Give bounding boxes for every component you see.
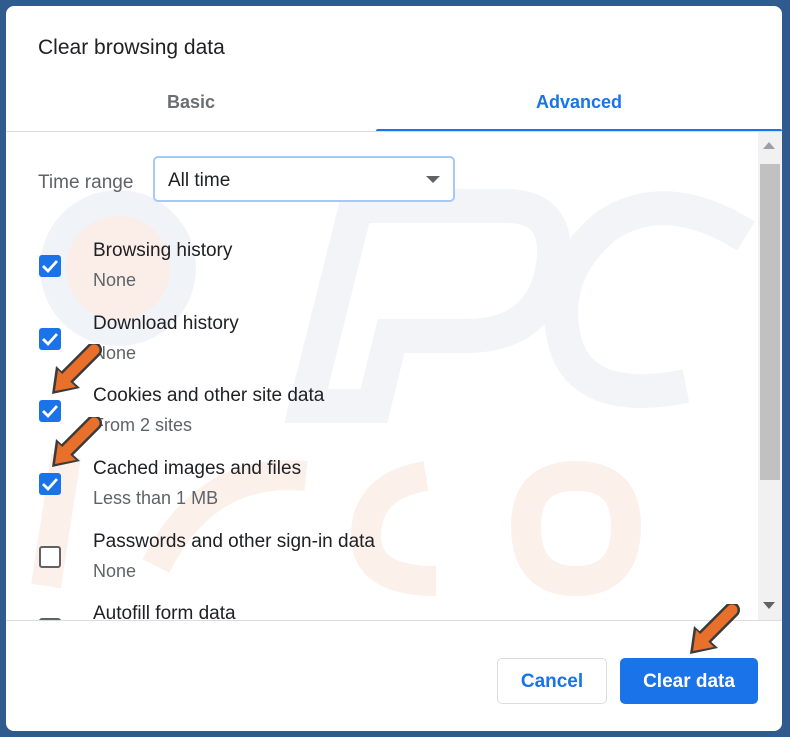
dropdown-arrow-icon [426, 176, 440, 183]
item-label: Cookies and other site data [93, 385, 325, 406]
checkbox-item-autofill[interactable]: Autofill form data [6, 603, 758, 620]
checkmark-icon [42, 260, 59, 274]
checkbox[interactable] [39, 328, 61, 350]
scrollbar[interactable] [758, 132, 782, 620]
item-sublabel: From 2 sites [93, 415, 193, 435]
tab-advanced[interactable]: Advanced [376, 81, 782, 131]
checkmark-icon [42, 405, 59, 419]
item-label: Autofill form data [93, 603, 236, 620]
item-label: Download history [93, 313, 239, 334]
tab-basic[interactable]: Basic [6, 81, 376, 131]
checkbox[interactable] [39, 546, 61, 568]
footer-divider [6, 620, 782, 621]
item-sublabel: None [93, 561, 137, 581]
settings-list: Time range All time Browsing history Non… [6, 132, 758, 620]
clear-browsing-data-dialog: Clear browsing data Basic Advanced Time … [6, 6, 782, 731]
checkmark-icon [42, 333, 59, 347]
checkbox[interactable] [39, 255, 61, 277]
checkbox[interactable] [39, 400, 61, 422]
time-range-select[interactable]: All time [153, 156, 455, 202]
item-sublabel: None [93, 343, 137, 363]
dialog-title: Clear browsing data [38, 36, 225, 59]
item-label: Browsing history [93, 240, 233, 261]
scrollbar-thumb[interactable] [760, 164, 780, 480]
checkbox[interactable] [39, 473, 61, 495]
scroll-down-arrow-icon[interactable] [763, 602, 775, 609]
item-label: Passwords and other sign-in data [93, 531, 375, 552]
item-sublabel: Less than 1 MB [93, 488, 219, 508]
checkbox-item-cached-images[interactable]: Cached images and files Less than 1 MB [6, 458, 758, 522]
time-range-label: Time range [38, 172, 134, 193]
cancel-button[interactable]: Cancel [497, 658, 607, 704]
time-range-value: All time [168, 170, 231, 191]
item-sublabel: None [93, 270, 137, 290]
checkmark-icon [42, 478, 59, 492]
checkbox-item-cookies[interactable]: Cookies and other site data From 2 sites [6, 385, 758, 449]
clear-data-button[interactable]: Clear data [620, 658, 758, 704]
checkbox-item-browsing-history[interactable]: Browsing history None [6, 240, 758, 304]
checkbox-item-download-history[interactable]: Download history None [6, 313, 758, 377]
tab-bar: Basic Advanced [6, 81, 782, 132]
scroll-up-arrow-icon[interactable] [763, 142, 775, 149]
item-label: Cached images and files [93, 458, 302, 479]
checkbox-item-passwords[interactable]: Passwords and other sign-in data None [6, 531, 758, 595]
